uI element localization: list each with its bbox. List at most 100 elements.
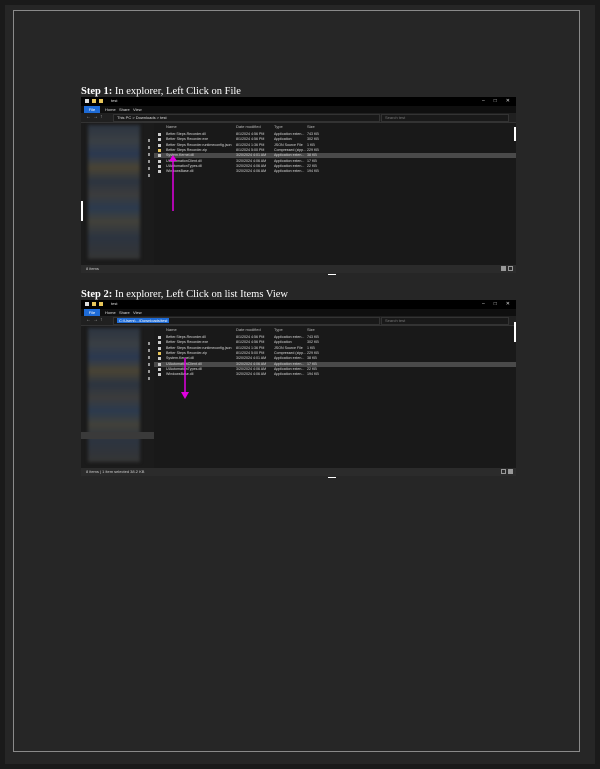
file-name: Better Steps Recorder.zip	[166, 147, 207, 152]
maximize-icon[interactable]: □	[494, 301, 497, 307]
col-type[interactable]: Type	[274, 124, 283, 129]
exe-file-icon	[158, 341, 161, 345]
file-size: 17 KB	[307, 361, 317, 366]
file-date: 3/20/2024 4:06 AM	[236, 169, 267, 174]
file-list: Name Date modified Type Size Better.Step…	[154, 123, 516, 265]
file-size: 1 KB	[307, 142, 315, 147]
address-bar[interactable]: This PC > Downloads > test	[113, 114, 380, 122]
close-icon[interactable]: ✕	[506, 301, 510, 307]
search-input[interactable]: Search test	[381, 317, 509, 325]
file-row[interactable]: UIAutomationTypes.dll 3/20/2024 4:06 AM Ap…	[154, 164, 516, 169]
file-row[interactable]: System.Kernel.dll 3/20/2024 4:01 AM Applic…	[154, 153, 516, 159]
col-name[interactable]: Name	[166, 327, 177, 332]
col-size[interactable]: Size	[307, 327, 315, 332]
column-header: Name Date modified Type Size	[154, 326, 516, 333]
tab-view[interactable]: View	[133, 107, 142, 112]
minimize-icon[interactable]: –	[482, 301, 485, 307]
step-1-label: Step 1:	[81, 86, 113, 97]
search-input[interactable]: Search test	[381, 114, 509, 122]
file-row[interactable]: Better.Steps.Recorder.dll 8/1/2024 4:56 P…	[154, 132, 516, 137]
file-type: Application exten...	[274, 335, 305, 339]
address-bar[interactable]: C:\Users\...\Downloads\test	[113, 317, 380, 325]
file-date: 8/1/2024 1:36 PM	[236, 345, 265, 350]
tab-view[interactable]: View	[133, 310, 142, 315]
file-row[interactable]: UIAutomationTypes.dll 3/20/2024 4:06 AM Ap…	[154, 367, 516, 372]
dll-file-icon	[158, 336, 161, 339]
file-size: 229 KB	[307, 350, 319, 355]
file-name: Better Steps Recorder.exe	[166, 340, 209, 345]
file-type: Application	[274, 340, 292, 345]
close-icon[interactable]: ✕	[506, 98, 510, 104]
step-1-text: In explorer, Left Click on File	[112, 86, 241, 97]
large-icons-view-icon[interactable]	[508, 266, 513, 271]
nav-arrows-icon[interactable]: ←→↑	[86, 114, 105, 120]
large-icons-view-icon[interactable]	[508, 469, 513, 474]
file-row[interactable]: Better Steps Recorder.exe 8/1/2024 4:56 P…	[154, 340, 516, 345]
status-text: 8 items	[86, 266, 99, 271]
col-name[interactable]: Name	[166, 124, 177, 129]
nav-pane	[81, 326, 154, 468]
folder-icon	[99, 302, 103, 306]
file-row[interactable]: System.Kernel.dll 3/20/2024 4:01 AM Applic…	[154, 356, 516, 361]
file-type: Application exten...	[274, 132, 305, 136]
col-type[interactable]: Type	[274, 327, 283, 332]
file-size: 194 KB	[307, 169, 319, 174]
file-type: Compressed (zipp...	[274, 350, 307, 355]
file-row[interactable]: Better Steps Recorder.runtimeconfig.json…	[154, 346, 516, 351]
pointer-arrow-icon	[169, 155, 177, 211]
tab-home[interactable]: Home	[105, 107, 116, 112]
file-type: Application exten...	[274, 169, 305, 174]
file-row[interactable]: UIAutomationClient.dll 3/20/2024 4:06 AM A…	[154, 361, 516, 367]
nav-arrows-icon[interactable]: ←→↑	[86, 317, 105, 323]
file-row[interactable]: Better Steps Recorder.zip 8/1/2024 5:00 P…	[154, 351, 516, 356]
dll-file-icon	[158, 362, 161, 366]
file-row[interactable]: Better Steps Recorder.zip 8/1/2024 5:00 P…	[154, 148, 516, 153]
tab-share[interactable]: Share	[119, 310, 130, 315]
file-name: Better.Steps.Recorder.dll	[166, 335, 206, 339]
tab-file[interactable]: File	[84, 106, 100, 113]
col-size[interactable]: Size	[307, 124, 315, 129]
pointer-arrow-icon	[181, 358, 189, 399]
file-type: Application exten...	[274, 163, 305, 168]
file-size: 1 KB	[307, 345, 315, 350]
app-icon	[85, 302, 89, 306]
details-view-icon[interactable]	[501, 266, 506, 271]
file-size: 743 KB	[307, 132, 319, 136]
json-file-icon	[158, 143, 161, 147]
dll-file-icon	[158, 164, 161, 168]
address-highlight: C:\Users\...\Downloads\test	[117, 318, 170, 323]
col-date[interactable]: Date modified	[236, 124, 261, 129]
minimize-icon[interactable]: –	[482, 98, 485, 104]
file-date: 3/20/2024 4:06 AM	[236, 163, 267, 168]
col-date[interactable]: Date modified	[236, 327, 261, 332]
dll-file-icon	[158, 357, 161, 361]
file-size: 302 KB	[307, 137, 319, 142]
file-type: JSON Source File	[274, 345, 303, 350]
file-size: 38 KB	[307, 356, 317, 361]
file-type: Application exten...	[274, 356, 305, 361]
file-type: Application exten...	[274, 372, 305, 377]
file-row[interactable]: UIAutomationClient.dll 3/20/2024 4:06 AM A…	[154, 159, 516, 164]
exe-file-icon	[158, 138, 161, 142]
tab-home[interactable]: Home	[105, 310, 116, 315]
file-row[interactable]: Better Steps Recorder.runtimeconfig.json…	[154, 143, 516, 148]
file-row[interactable]: WindowsBase.dll 3/20/2024 4:06 AM Applicat…	[154, 169, 516, 174]
folder-icon	[92, 302, 96, 306]
file-size: 229 KB	[307, 147, 319, 152]
maximize-icon[interactable]: □	[494, 98, 497, 104]
address-row: ←→↑ C:\Users\...\Downloads\test Search t…	[81, 316, 516, 326]
file-row[interactable]: Better.Steps.Recorder.dll 8/1/2024 4:56 P…	[154, 335, 516, 340]
status-bar: 8 items	[81, 265, 516, 273]
address-row: ←→↑ This PC > Downloads > test Search te…	[81, 113, 516, 123]
file-row[interactable]: WindowsBase.dll 3/20/2024 4:06 AM Applicat…	[154, 372, 516, 377]
tab-file[interactable]: File	[84, 309, 100, 316]
file-date: 8/1/2024 5:00 PM	[236, 147, 265, 152]
details-view-icon[interactable]	[501, 469, 506, 474]
file-size: 22 KB	[307, 366, 317, 371]
file-row[interactable]: Better Steps Recorder.exe 8/1/2024 4:56 P…	[154, 137, 516, 142]
dll-file-icon	[158, 159, 161, 163]
dll-file-icon	[158, 373, 161, 377]
file-size: 743 KB	[307, 335, 319, 339]
dll-file-icon	[158, 133, 161, 136]
tab-share[interactable]: Share	[119, 107, 130, 112]
